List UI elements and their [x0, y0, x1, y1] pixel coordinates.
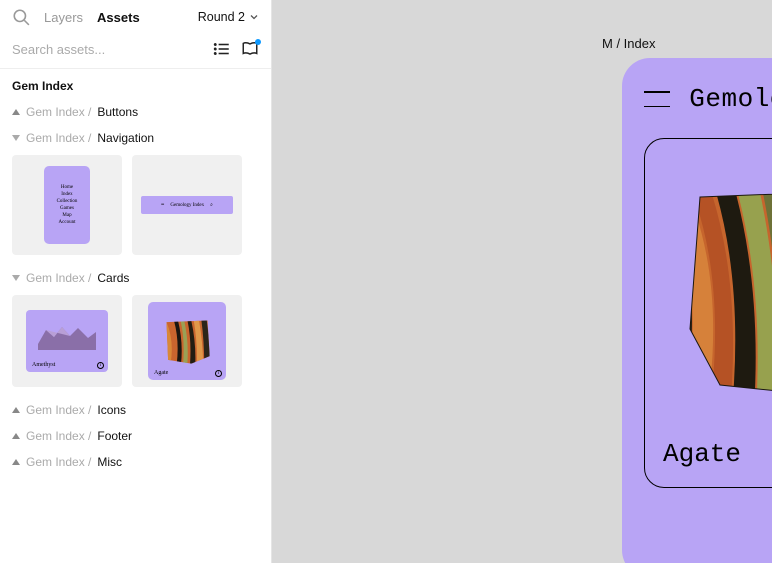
group-buttons[interactable]: Gem Index / Buttons [12, 99, 259, 125]
nav-header-preview: ≡ Gemology Index ⌕ [141, 196, 233, 214]
group-prefix: Gem Index / [26, 403, 91, 417]
group-name: Cards [97, 271, 129, 285]
thumb-nav-header[interactable]: ≡ Gemology Index ⌕ [132, 155, 242, 255]
triangle-down-icon [12, 274, 20, 282]
mobile-frame[interactable]: Gemology Index [622, 58, 772, 563]
asset-search-row [0, 34, 271, 69]
frame-label[interactable]: M / Index [602, 36, 655, 51]
app-header: Gemology Index [644, 84, 772, 114]
group-prefix: Gem Index / [26, 455, 91, 469]
info-icon: i [215, 370, 222, 377]
amethyst-card-preview: Amethyst i [26, 310, 108, 372]
triangle-right-icon [12, 432, 20, 440]
group-name: Misc [97, 455, 122, 469]
app-title: Gemology Index [689, 84, 772, 114]
triangle-right-icon [12, 458, 20, 466]
agate-card-preview: Agate i [148, 302, 226, 380]
gem-image [663, 159, 772, 429]
thumb-card-agate[interactable]: Agate i [132, 295, 242, 387]
tab-assets[interactable]: Assets [97, 10, 140, 25]
list-view-icon[interactable] [213, 40, 231, 58]
gem-name: Agate [663, 439, 741, 469]
group-navigation[interactable]: Gem Index / Navigation [12, 125, 259, 151]
group-name: Navigation [97, 131, 154, 145]
page-selector[interactable]: Round 2 [198, 10, 259, 24]
navigation-thumbnails: Home Index Collection Games Map Account … [12, 151, 259, 265]
group-prefix: Gem Index / [26, 131, 91, 145]
gem-card[interactable]: Agate ? [644, 138, 772, 488]
panel-tabs-row: Layers Assets Round 2 [0, 0, 271, 34]
group-prefix: Gem Index / [26, 271, 91, 285]
page-selector-label: Round 2 [198, 10, 245, 24]
asset-search-input[interactable] [12, 42, 203, 57]
group-prefix: Gem Index / [26, 429, 91, 443]
triangle-right-icon [12, 406, 20, 414]
card-thumbnails: Amethyst i [12, 291, 259, 397]
library-title: Gem Index [0, 69, 271, 99]
design-canvas[interactable]: M / Index Gemology Index [272, 0, 772, 563]
info-icon: i [97, 362, 104, 369]
agate-illustration [672, 179, 772, 409]
asset-tree: Gem Index / Buttons Gem Index / Navigati… [0, 99, 271, 563]
group-name: Buttons [97, 105, 138, 119]
group-icons[interactable]: Gem Index / Icons [12, 397, 259, 423]
group-misc[interactable]: Gem Index / Misc [12, 449, 259, 475]
thumb-card-amethyst[interactable]: Amethyst i [12, 295, 122, 387]
triangle-down-icon [12, 134, 20, 142]
tab-layers[interactable]: Layers [44, 10, 83, 25]
library-book-icon[interactable] [241, 40, 259, 58]
group-name: Footer [97, 429, 132, 443]
group-cards[interactable]: Gem Index / Cards [12, 265, 259, 291]
chevron-down-icon [249, 12, 259, 22]
assets-panel: Layers Assets Round 2 Gem Index Gem Inde… [0, 0, 272, 563]
agate-mini-icon [160, 314, 214, 368]
group-name: Icons [97, 403, 126, 417]
group-footer[interactable]: Gem Index / Footer [12, 423, 259, 449]
triangle-right-icon [12, 108, 20, 116]
thumb-nav-menu[interactable]: Home Index Collection Games Map Account [12, 155, 122, 255]
nav-menu-preview: Home Index Collection Games Map Account [44, 166, 90, 244]
notification-dot [255, 39, 261, 45]
search-icon[interactable] [12, 8, 30, 26]
group-prefix: Gem Index / [26, 105, 91, 119]
gem-card-footer: Agate ? [663, 439, 772, 469]
hamburger-icon[interactable] [644, 91, 670, 107]
